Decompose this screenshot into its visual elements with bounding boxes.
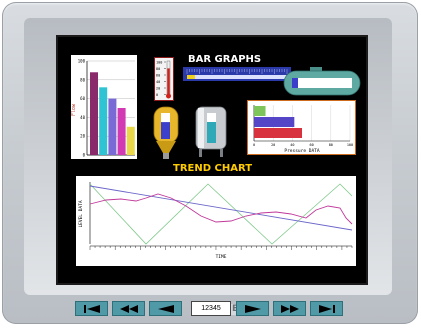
y-tick-label: 40	[80, 115, 85, 120]
bar	[108, 98, 117, 155]
fast-forward-button[interactable]	[273, 301, 306, 316]
next-button[interactable]	[236, 301, 269, 316]
first-page-button[interactable]	[75, 301, 108, 316]
x-tick-label: 20	[271, 143, 275, 147]
hmi-screen: 100 80 60 40 20 0 Flow BAR GRAPHS 100 80 60 40 20 0…	[56, 35, 368, 316]
rewind-button[interactable]	[112, 301, 145, 316]
prev-button[interactable]	[149, 301, 182, 316]
trend-chart-title: TREND CHART	[173, 163, 253, 174]
y-tick-label: 60	[80, 96, 85, 101]
thermo-tick-label: 40	[156, 80, 160, 84]
steel-tank-leg	[220, 149, 223, 157]
flow-bar-chart: 100 80 60 40 20 0 Flow	[71, 55, 137, 159]
x-axis-label: Pressure DATA	[284, 148, 320, 154]
thermo-tick-label: 0	[156, 93, 158, 97]
ruler-level	[187, 75, 195, 79]
bar	[117, 108, 126, 155]
ruler-bar-gauge	[183, 67, 291, 81]
x-axis-label: TIME	[216, 254, 227, 260]
series-magenta	[89, 193, 353, 225]
x-tick-label: 60	[309, 143, 313, 147]
silo-cone	[156, 141, 176, 153]
thermo-tick-label: 100	[156, 61, 162, 65]
steel-tank-leg	[199, 149, 202, 157]
pressure-bar-chart-svg: 0 20 40 60 80 100 Pressure DATA	[253, 105, 353, 154]
bar	[126, 126, 135, 155]
x-tick-label: 0	[253, 143, 255, 147]
value-display[interactable]: 12345	[191, 301, 231, 316]
flow-bar-chart-svg: 100 80 60 40 20 0 Flow	[71, 59, 135, 158]
steel-tank-highlight	[198, 108, 204, 148]
bar-graphs-title: BAR GRAPHS	[188, 54, 262, 65]
thermo-tick-label: 60	[156, 74, 160, 78]
y-tick-label: 80	[80, 77, 85, 82]
bar	[254, 117, 295, 127]
rewind-icon	[119, 304, 138, 313]
y-axis-label: Flow	[71, 103, 77, 116]
tank-level	[292, 78, 298, 88]
x-tick-label: 100	[347, 143, 353, 147]
last-page-icon	[318, 304, 335, 313]
thermometer-gauge: 100 80 60 40 20 0	[154, 57, 174, 101]
trend-chart: LEVEL DATA TIME	[76, 176, 356, 266]
y-tick-label: 0	[83, 153, 86, 158]
prev-icon	[157, 304, 174, 313]
y-axis-label: LEVEL DATA	[78, 200, 84, 227]
silo-level	[161, 122, 170, 139]
first-page-icon	[83, 304, 100, 313]
thermo-tick-label: 80	[156, 67, 160, 71]
yellow-silo-gauge	[153, 106, 179, 159]
steel-tank-gauge	[195, 106, 227, 157]
steel-tank-level	[207, 122, 216, 143]
thermo-level	[167, 68, 170, 94]
y-tick-label: 20	[80, 134, 85, 139]
tank-window	[292, 78, 352, 88]
pressure-bar-chart: 0 20 40 60 80 100 Pressure DATA	[247, 100, 356, 155]
thermometer-svg: 100 80 60 40 20 0	[156, 61, 171, 99]
next-icon	[244, 304, 261, 313]
last-page-button[interactable]	[310, 301, 343, 316]
horizontal-tank-gauge	[283, 67, 361, 96]
x-tick-label: 40	[290, 143, 294, 147]
bar	[99, 87, 108, 155]
thermo-bulb	[166, 93, 171, 99]
bar	[254, 128, 302, 138]
bar	[90, 72, 98, 155]
y-tick-label: 100	[78, 59, 86, 64]
silo-outlet	[163, 153, 169, 159]
thermo-tick-label: 20	[156, 87, 160, 91]
x-tick-label: 80	[329, 143, 333, 147]
ruler-track	[187, 75, 287, 79]
trend-chart-svg: LEVEL DATA TIME	[78, 182, 353, 260]
fast-forward-icon	[280, 304, 299, 313]
bar	[254, 106, 266, 116]
